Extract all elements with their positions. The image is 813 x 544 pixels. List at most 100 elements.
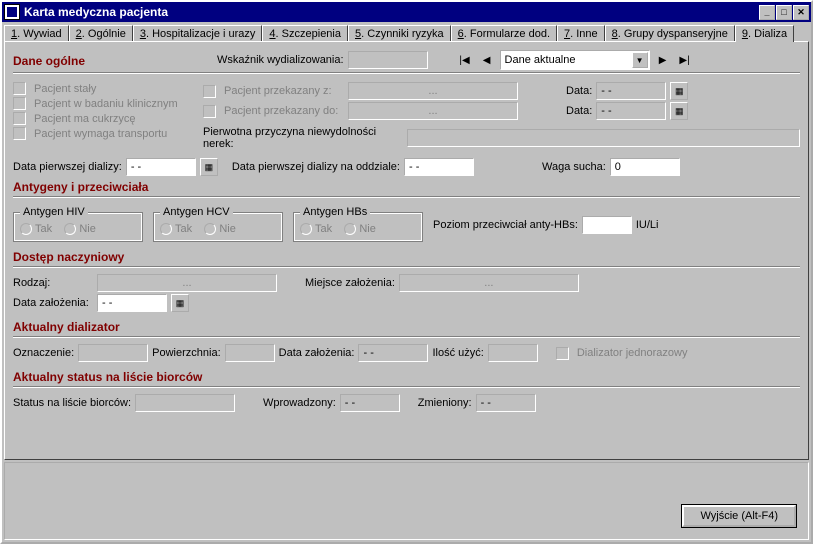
nav-prev-button[interactable]: ◀ [478,51,496,69]
poziom-label: Poziom przeciwciał anty-HBs: [433,219,578,231]
chk-transport-label: Pacjent wymaga transportu [34,128,167,140]
status-field [135,394,235,412]
record-dropdown[interactable]: Dane aktualne ▼ [500,50,650,70]
data-do-label: Data: [566,105,592,117]
waga-field[interactable]: 0 [610,158,680,176]
wskaznik-label: Wskaźnik wydializowania: [217,54,344,66]
data-oddzial-field[interactable]: - - [404,158,474,176]
oznaczenie-label: Oznaczenie: [13,347,74,359]
chk-cukrzyca-label: Pacjent ma cukrzycę [34,113,135,125]
group-hiv-legend: Antygen HIV [20,206,88,218]
minimize-button[interactable]: _ [759,5,775,20]
section-dializator-title: Aktualny dializator [13,320,800,334]
tab-hospitalizacje[interactable]: 3. Hospitalizacje i urazy [133,25,263,42]
dostep-data-label: Data założenia: [13,297,93,309]
chk-jednorazowy-label: Dializator jednorazowy [577,347,688,359]
tab-formularze[interactable]: 6. Formularze dod. [451,25,557,42]
tab-wywiad[interactable]: 1. Wywiad [4,25,69,42]
main-window: Karta medyczna pacjenta _ □ ✕ 1. Wywiad … [0,0,813,544]
data-z-field[interactable]: - - [596,82,666,100]
przekazany-do-button[interactable]: ... [348,102,518,120]
data-z-cal-button[interactable]: ▦ [670,82,688,100]
ilosc-field [488,344,538,362]
radio-hbs-nie [344,223,356,235]
nav-first-button[interactable]: |◀ [456,51,474,69]
przyczyna-label: Pierwotna przyczyna niewydolności nerek: [203,126,403,150]
waga-label: Waga sucha: [542,161,606,173]
chk-badanie-label: Pacjent w badaniu klinicznym [34,98,178,110]
data-z-label: Data: [566,85,592,97]
tab-czynniki[interactable]: 5. Czynniki ryzyka [348,25,451,42]
group-hcv: Antygen HCV Tak Nie [153,212,283,242]
section-dane-ogolne-title: Dane ogólne [13,54,213,68]
zmieniony-label: Zmieniony: [418,397,472,409]
group-hbs: Antygen HBs Tak Nie [293,212,423,242]
titlebar: Karta medyczna pacjenta _ □ ✕ [2,2,811,22]
radio-hiv-nie [64,223,76,235]
radio-hbs-tak [300,223,312,235]
data-do-cal-button[interactable]: ▦ [670,102,688,120]
tab-dializa[interactable]: 9. Dializa [735,25,794,42]
section-status-title: Aktualny status na liście biorców [13,370,800,384]
zmieniony-field: - - [476,394,536,412]
wprowadzony-label: Wprowadzony: [263,397,336,409]
przekazany-z-label: Pacjent przekazany z: [224,85,344,97]
data-oddzial-label: Data pierwszej dializy na oddziale: [232,161,400,173]
wprowadzony-field: - - [340,394,400,412]
nav-next-button[interactable]: ▶ [654,51,672,69]
data-pierwszej-label: Data pierwszej dializy: [13,161,122,173]
data-pierwszej-field[interactable]: - - [126,158,196,176]
app-icon [4,4,20,20]
close-button[interactable]: ✕ [793,5,809,20]
powierzchnia-field [225,344,275,362]
tab-panel-dializa: Dane ogólne Wskaźnik wydializowania: |◀ … [4,41,809,460]
chk-przekazany-z [203,85,216,98]
radio-hiv-tak [20,223,32,235]
tab-szczepienia[interactable]: 4. Szczepienia [262,25,348,42]
radio-hcv-tak [160,223,172,235]
przyczyna-value [407,129,800,147]
miejsce-label: Miejsce założenia: [305,277,395,289]
przekazany-z-button[interactable]: ... [348,82,518,100]
dial-data-label: Data założenia: [279,347,355,359]
data-do-field[interactable]: - - [596,102,666,120]
data-pierwszej-cal-button[interactable]: ▦ [200,158,218,176]
nav-last-button[interactable]: ▶| [676,51,694,69]
record-dropdown-value: Dane aktualne [505,54,576,66]
group-hiv: Antygen HIV Tak Nie [13,212,143,242]
dostep-data-cal-button[interactable]: ▦ [171,294,189,312]
rodzaj-button[interactable]: ... [97,274,277,292]
poziom-field[interactable] [582,216,632,234]
wskaznik-value [348,51,428,69]
chk-staly [13,82,26,95]
dial-data-field: - - [358,344,428,362]
chk-jednorazowy [556,347,569,360]
radio-hcv-nie [204,223,216,235]
section-dostep-title: Dostęp naczyniowy [13,250,800,264]
powierzchnia-label: Powierzchnia: [152,347,220,359]
status-label: Status na liście biorców: [13,397,131,409]
chk-staly-label: Pacjent stały [34,83,96,95]
przekazany-do-label: Pacjent przekazany do: [224,105,344,117]
oznaczenie-field [78,344,148,362]
rodzaj-label: Rodzaj: [13,277,93,289]
ilosc-label: Ilość użyć: [432,347,483,359]
tab-inne[interactable]: 7. Inne [557,25,605,42]
group-hbs-legend: Antygen HBs [300,206,370,218]
exit-button[interactable]: Wyjście (Alt-F4) [682,505,796,527]
tab-grupy[interactable]: 8. Grupy dyspanseryjne [605,25,735,42]
miejsce-button[interactable]: ... [399,274,579,292]
poziom-unit: IU/Li [636,219,659,231]
chk-transport [13,127,26,140]
dropdown-arrow-icon[interactable]: ▼ [632,52,648,68]
chk-cukrzyca [13,112,26,125]
group-hcv-legend: Antygen HCV [160,206,233,218]
chk-przekazany-do [203,105,216,118]
maximize-button[interactable]: □ [776,5,792,20]
bottom-bar: Wyjście (Alt-F4) [4,462,809,540]
section-antygeny-title: Antygeny i przeciwciała [13,180,800,194]
dostep-data-field[interactable]: - - [97,294,167,312]
window-title: Karta medyczna pacjenta [24,5,759,19]
chk-badanie [13,97,26,110]
tab-ogolnie[interactable]: 2. Ogólnie [69,25,133,42]
